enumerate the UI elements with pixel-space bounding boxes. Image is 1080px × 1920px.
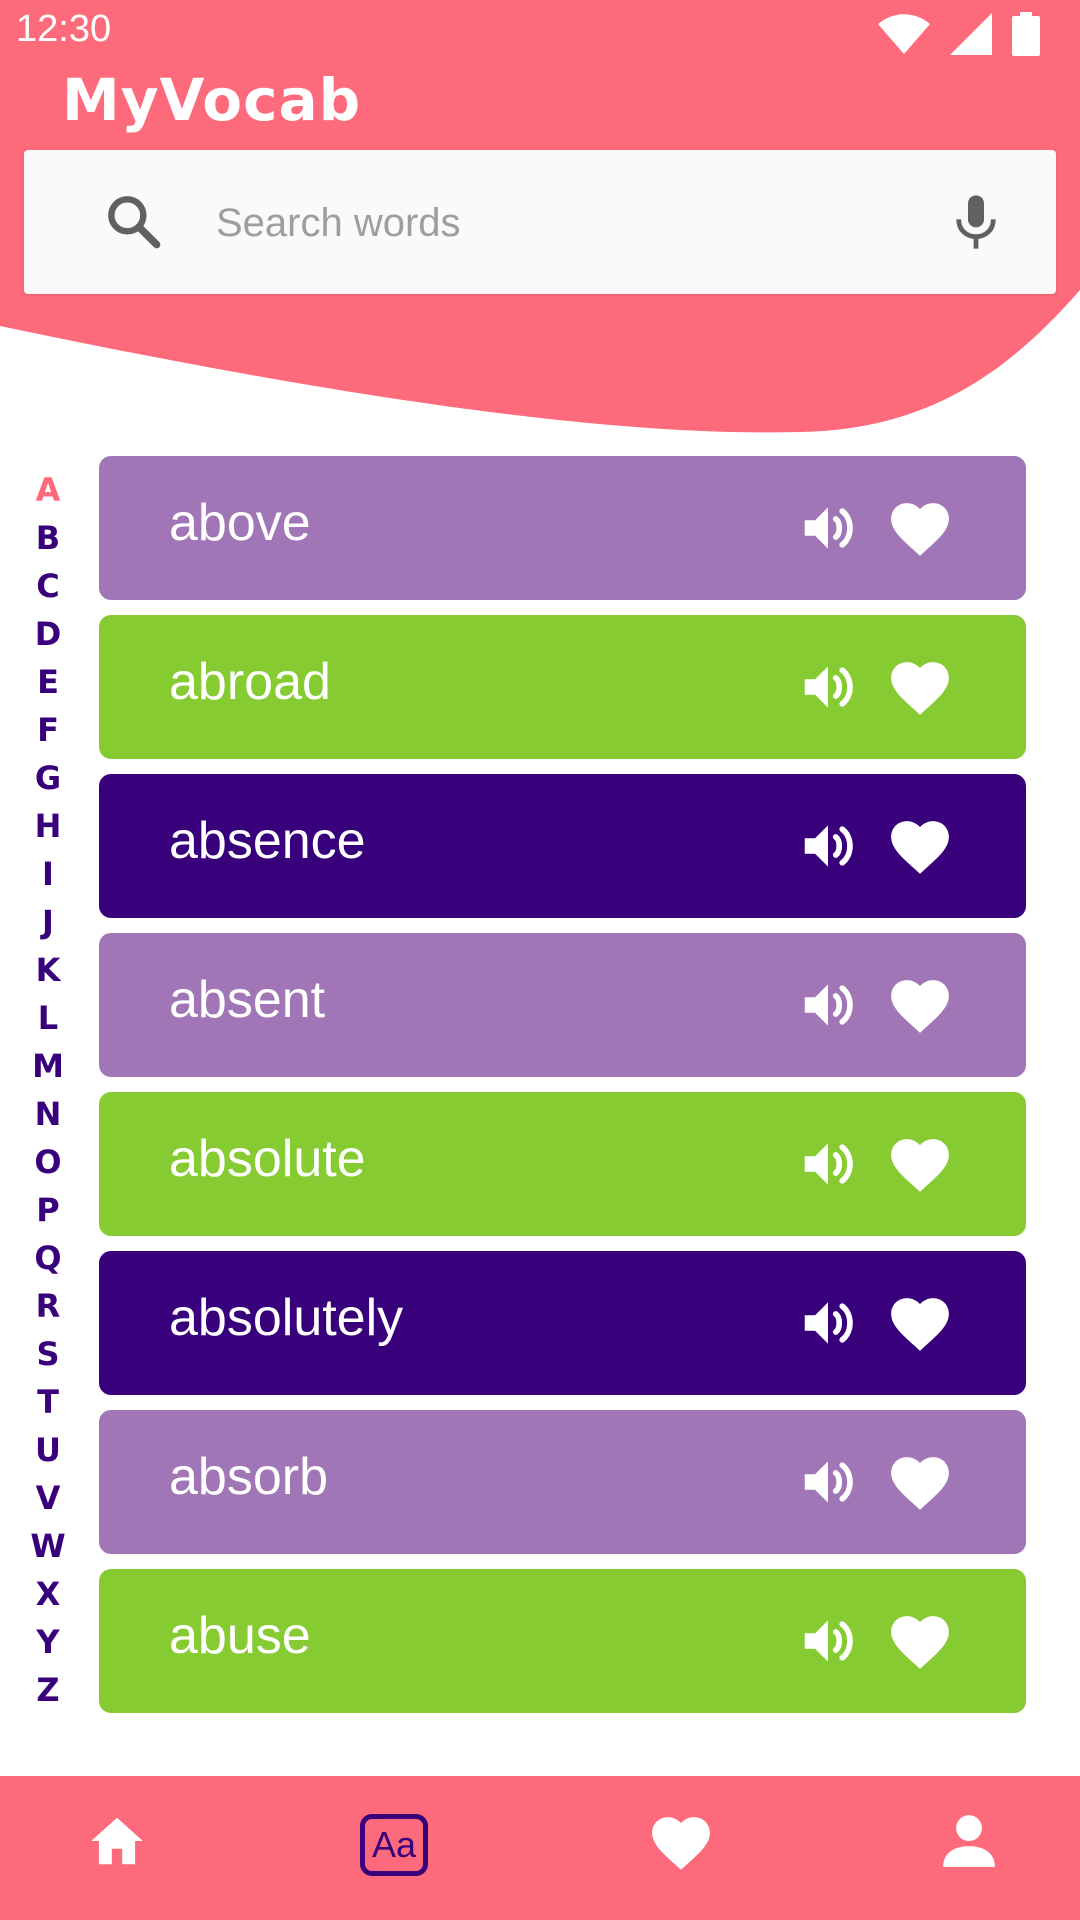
favorite-heart-icon[interactable] <box>887 1450 953 1517</box>
alphabet-letter-m[interactable]: M <box>22 1042 74 1090</box>
speaker-icon[interactable] <box>797 1450 859 1519</box>
favorite-heart-icon[interactable] <box>887 973 953 1040</box>
status-bar: 12:30 <box>0 0 1080 62</box>
alphabet-letter-g[interactable]: G <box>22 754 74 802</box>
heart-icon[interactable] <box>648 1810 714 1872</box>
alphabet-letter-t[interactable]: T <box>22 1378 74 1426</box>
word-card[interactable]: abuse <box>99 1569 1026 1713</box>
favorite-heart-icon[interactable] <box>887 496 953 563</box>
speaker-icon[interactable] <box>797 655 859 724</box>
app-title: MyVocab <box>62 66 362 134</box>
status-time: 12:30 <box>16 8 112 50</box>
aa-icon[interactable]: Aa <box>360 1814 428 1876</box>
word-card[interactable]: above <box>99 456 1026 600</box>
alphabet-letter-y[interactable]: Y <box>22 1618 74 1666</box>
word-text: absent <box>169 971 326 1029</box>
favorite-heart-icon[interactable] <box>887 1291 953 1358</box>
wifi-icon <box>878 14 930 54</box>
home-icon[interactable] <box>86 1810 148 1872</box>
word-text: absolutely <box>169 1289 404 1347</box>
battery-icon <box>1012 12 1040 56</box>
speaker-icon[interactable] <box>797 1132 859 1201</box>
person-icon[interactable] <box>938 1810 1000 1872</box>
cellular-signal-icon <box>950 13 992 55</box>
alphabet-letter-h[interactable]: H <box>22 802 74 850</box>
word-card[interactable]: absent <box>99 933 1026 1077</box>
alphabet-letter-c[interactable]: C <box>22 562 74 610</box>
word-text: abuse <box>169 1607 311 1665</box>
alphabet-index: ABCDEFGHIJKLMNOPQRSTUVWXYZ <box>22 466 74 1714</box>
speaker-icon[interactable] <box>797 1609 859 1678</box>
speaker-icon[interactable] <box>797 973 859 1042</box>
alphabet-letter-p[interactable]: P <box>22 1186 74 1234</box>
status-icons <box>878 12 1040 56</box>
word-card[interactable]: absorb <box>99 1410 1026 1554</box>
alphabet-letter-n[interactable]: N <box>22 1090 74 1138</box>
alphabet-letter-i[interactable]: I <box>22 850 74 898</box>
search-icon[interactable] <box>102 190 166 254</box>
alphabet-letter-f[interactable]: F <box>22 706 74 754</box>
alphabet-letter-w[interactable]: W <box>22 1522 74 1570</box>
bottom-navigation: Aa <box>0 1776 1080 1920</box>
favorite-heart-icon[interactable] <box>887 655 953 722</box>
favorite-heart-icon[interactable] <box>887 814 953 881</box>
word-text: absorb <box>169 1448 328 1506</box>
alphabet-letter-b[interactable]: B <box>22 514 74 562</box>
alphabet-letter-k[interactable]: K <box>22 946 74 994</box>
search-input[interactable] <box>214 190 938 256</box>
search-bar[interactable] <box>24 150 1056 294</box>
alphabet-letter-u[interactable]: U <box>22 1426 74 1474</box>
speaker-icon[interactable] <box>797 496 859 565</box>
word-text: absence <box>169 812 366 870</box>
alphabet-letter-z[interactable]: Z <box>22 1666 74 1714</box>
favorite-heart-icon[interactable] <box>887 1132 953 1199</box>
alphabet-letter-e[interactable]: E <box>22 658 74 706</box>
word-text: above <box>169 494 311 552</box>
microphone-icon[interactable] <box>944 190 1008 254</box>
word-text: absolute <box>169 1130 366 1188</box>
alphabet-letter-d[interactable]: D <box>22 610 74 658</box>
speaker-icon[interactable] <box>797 814 859 883</box>
alphabet-letter-x[interactable]: X <box>22 1570 74 1618</box>
word-list: above abroad absence absent absolute absolute… <box>99 456 1026 1728</box>
alphabet-letter-o[interactable]: O <box>22 1138 74 1186</box>
word-card[interactable]: absence <box>99 774 1026 918</box>
alphabet-letter-s[interactable]: S <box>22 1330 74 1378</box>
alphabet-letter-a[interactable]: A <box>22 466 74 514</box>
speaker-icon[interactable] <box>797 1291 859 1360</box>
favorite-heart-icon[interactable] <box>887 1609 953 1676</box>
word-text: abroad <box>169 653 331 711</box>
word-card[interactable]: absolute <box>99 1092 1026 1236</box>
word-card[interactable]: abroad <box>99 615 1026 759</box>
word-card[interactable]: absolutely <box>99 1251 1026 1395</box>
alphabet-letter-l[interactable]: L <box>22 994 74 1042</box>
alphabet-letter-r[interactable]: R <box>22 1282 74 1330</box>
alphabet-letter-q[interactable]: Q <box>22 1234 74 1282</box>
alphabet-letter-v[interactable]: V <box>22 1474 74 1522</box>
alphabet-letter-j[interactable]: J <box>22 898 74 946</box>
